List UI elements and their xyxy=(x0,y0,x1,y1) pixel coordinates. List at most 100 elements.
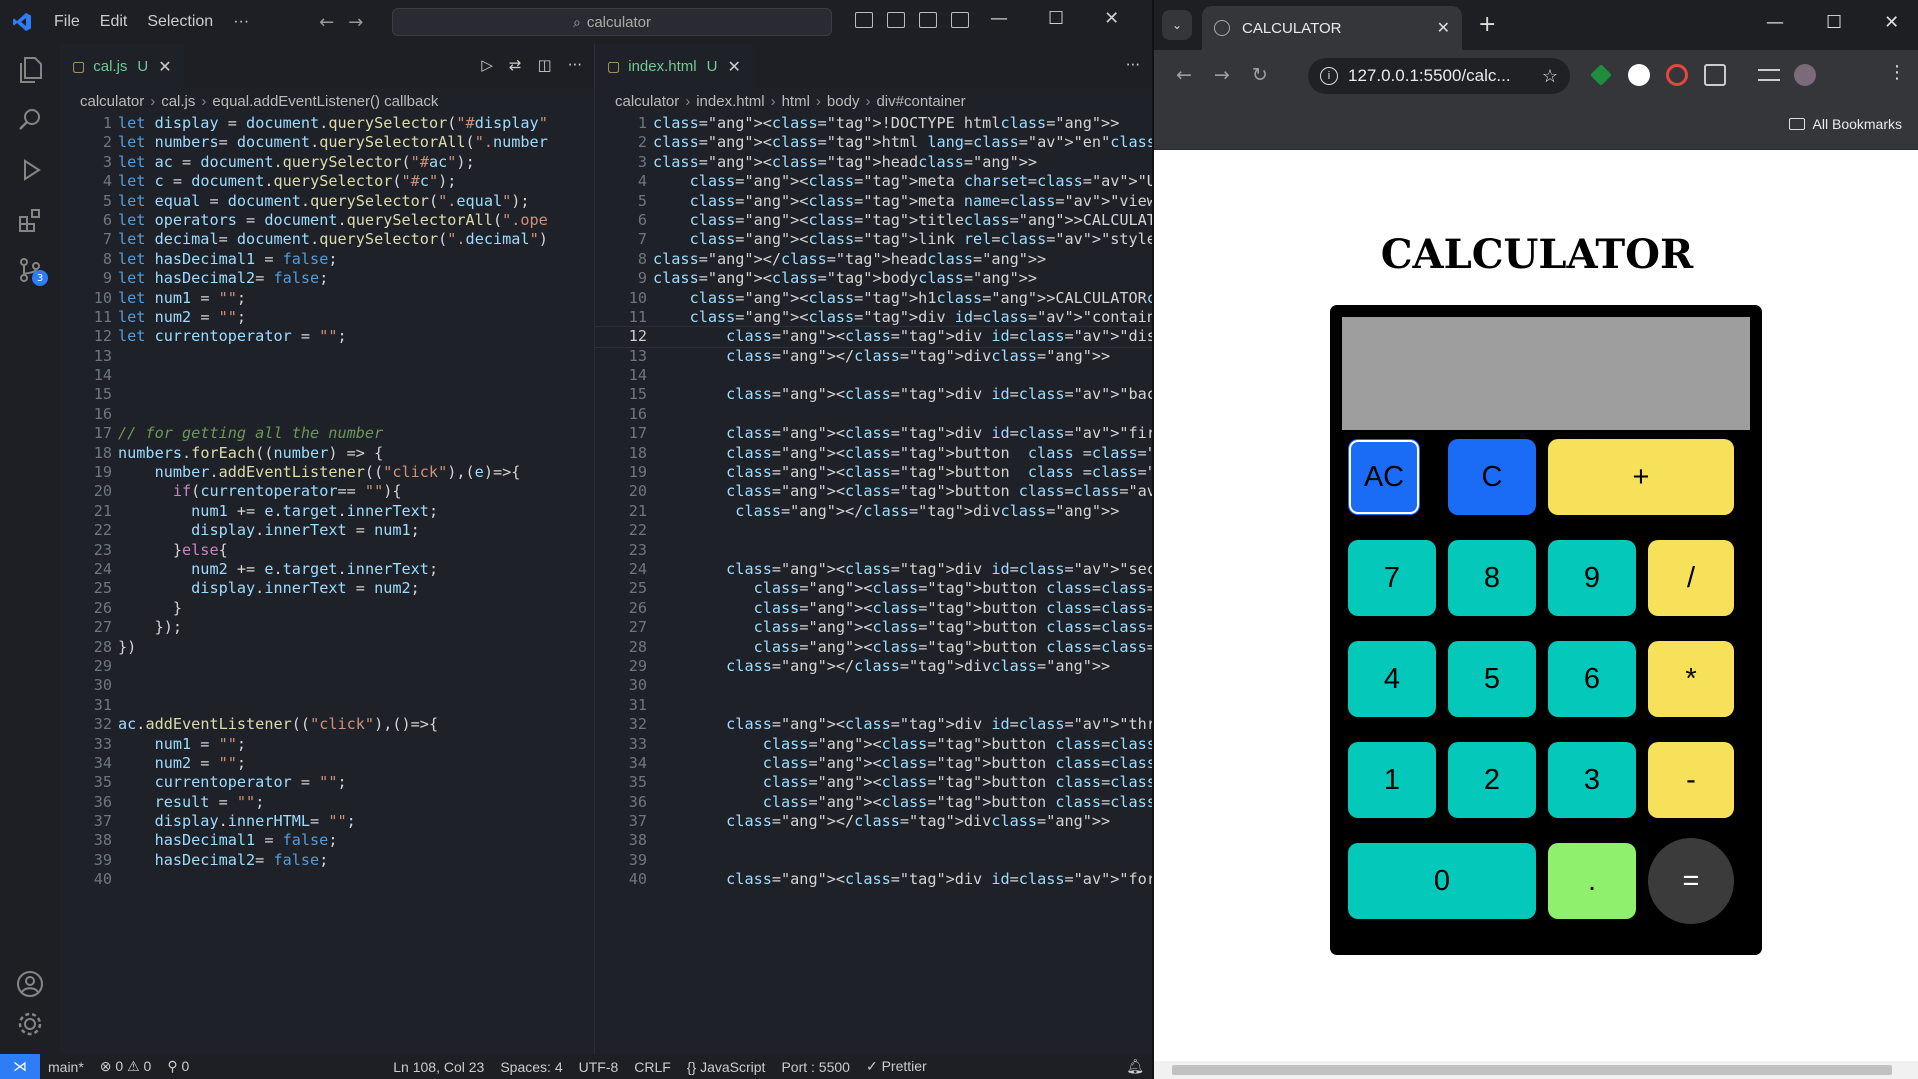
close-icon[interactable]: ✕ xyxy=(1104,8,1119,29)
extension-icon[interactable] xyxy=(1628,64,1650,86)
code-line[interactable]: 25 display.innerText = num2; xyxy=(60,579,594,598)
encoding[interactable]: UTF-8 xyxy=(571,1059,627,1075)
code-line[interactable]: 2 let numbers= document.querySelectorAll(… xyxy=(60,133,594,152)
code-line[interactable]: 27 class="ang"><class="tag">button class… xyxy=(595,618,1152,637)
code-area-html[interactable]: 1 class="ang"><class="tag">!DOCTYPE htmlc… xyxy=(595,114,1152,890)
extension-icon[interactable] xyxy=(1666,64,1688,86)
breadcrumb-file[interactable]: cal.js xyxy=(161,93,195,110)
problems-count[interactable]: ⊗ 0 ⚠ 0 xyxy=(92,1058,160,1075)
divide-button[interactable]: / xyxy=(1648,540,1734,616)
line-ending[interactable]: CRLF xyxy=(626,1059,679,1075)
code-line[interactable]: 5 let equal = document.querySelector(".eq… xyxy=(60,192,594,211)
more-actions-icon[interactable]: ··· xyxy=(1126,56,1140,74)
code-line[interactable]: 15 xyxy=(60,385,594,404)
forward-icon[interactable]: → xyxy=(1214,64,1230,86)
back-arrow-icon[interactable]: ← xyxy=(319,12,334,33)
code-line[interactable]: 28}) xyxy=(60,638,594,657)
code-line[interactable]: 31 xyxy=(595,696,1152,715)
code-line[interactable]: 34 class="ang"><class="tag">button class… xyxy=(595,754,1152,773)
code-line[interactable]: 22 display.innerText = num1; xyxy=(60,521,594,540)
code-line[interactable]: 14 xyxy=(60,366,594,385)
horizontal-scrollbar[interactable] xyxy=(1154,1061,1918,1079)
code-line[interactable]: 21 class="ang"></class="tag">divclass="a… xyxy=(595,502,1152,521)
code-line[interactable]: 7 class="ang"><class="tag">link rel=clas… xyxy=(595,230,1152,249)
code-line[interactable]: 25 class="ang"><class="tag">button class… xyxy=(595,579,1152,598)
tab-cal-js[interactable]: ▢ cal.js U ✕ xyxy=(60,44,184,88)
code-line[interactable]: 32 ac.addEventListener(("click"),()=>{ xyxy=(60,715,594,734)
code-area-js[interactable]: 1 let display = document.querySelector("#… xyxy=(60,114,594,890)
search-view-icon[interactable] xyxy=(10,100,50,140)
code-line[interactable]: 33 num1 = ""; xyxy=(60,735,594,754)
code-line[interactable]: 38 xyxy=(595,831,1152,850)
tab-close-icon[interactable]: ✕ xyxy=(727,57,740,77)
maximize-icon[interactable]: ☐ xyxy=(1826,12,1842,33)
toggle-panel-icon[interactable] xyxy=(887,12,905,28)
subtract-button[interactable]: - xyxy=(1648,742,1734,818)
code-line[interactable]: 11 let num2 = ""; xyxy=(60,308,594,327)
code-line[interactable]: 6 class="ang"><class="tag">titleclass="a… xyxy=(595,211,1152,230)
code-line[interactable]: 37 display.innerHTML= ""; xyxy=(60,812,594,831)
code-line[interactable]: 28 class="ang"><class="tag">button class… xyxy=(595,638,1152,657)
code-line[interactable]: 32 class="ang"><class="tag">div id=class… xyxy=(595,715,1152,734)
code-line[interactable]: 14 xyxy=(595,366,1152,385)
accounts-icon[interactable] xyxy=(10,964,50,1004)
site-info-icon[interactable]: i xyxy=(1320,67,1338,85)
code-line[interactable]: 30 xyxy=(595,676,1152,695)
forward-arrow-icon[interactable]: → xyxy=(348,12,363,33)
breadcrumb-symbol[interactable]: equal.addEventListener() callback xyxy=(212,93,438,110)
code-line[interactable]: 30 xyxy=(60,676,594,695)
back-icon[interactable]: ← xyxy=(1176,64,1192,86)
code-line[interactable]: 40 xyxy=(60,870,594,889)
tab-close-icon[interactable]: ✕ xyxy=(158,57,171,77)
code-line[interactable]: 10 let num1 = ""; xyxy=(60,289,594,308)
code-line[interactable]: 19 class="ang"><class="tag">button class… xyxy=(595,463,1152,482)
number-3-button[interactable]: 3 xyxy=(1548,742,1636,818)
code-line[interactable]: 35 currentoperator = ""; xyxy=(60,773,594,792)
code-line[interactable]: 40 class="ang"><class="tag">div id=class… xyxy=(595,870,1152,889)
code-line[interactable]: 36 result = ""; xyxy=(60,793,594,812)
breadcrumb-html[interactable]: html xyxy=(782,93,810,110)
minimize-icon[interactable]: — xyxy=(990,8,1008,29)
code-line[interactable]: 13 class="ang"></class="tag">divclass="a… xyxy=(595,347,1152,366)
code-line[interactable]: 4 let c = document.querySelector("#c"); xyxy=(60,172,594,191)
multiply-button[interactable]: * xyxy=(1648,641,1734,717)
customize-layout-icon[interactable] xyxy=(951,12,969,28)
code-line[interactable]: 27 }); xyxy=(60,618,594,637)
plus-button[interactable]: + xyxy=(1548,439,1734,515)
code-line[interactable]: 35 class="ang"><class="tag">button class… xyxy=(595,773,1152,792)
code-line[interactable]: 24 num2 += e.target.innerText; xyxy=(60,560,594,579)
cursor-position[interactable]: Ln 108, Col 23 xyxy=(385,1059,492,1075)
toggle-secondary-sidebar-icon[interactable] xyxy=(919,12,937,28)
number-0-button[interactable]: 0 xyxy=(1348,843,1536,919)
code-line[interactable]: 18 numbers.forEach((number) => { xyxy=(60,444,594,463)
code-line[interactable]: 16 xyxy=(595,405,1152,424)
number-2-button[interactable]: 2 xyxy=(1448,742,1536,818)
code-line[interactable]: 16 xyxy=(60,405,594,424)
command-center-search[interactable]: ⌕ calculator xyxy=(392,8,832,36)
close-icon[interactable]: ✕ xyxy=(1884,12,1899,33)
address-bar[interactable]: i 127.0.0.1:5500/calc... ☆ xyxy=(1308,58,1570,94)
code-line[interactable]: 38 hasDecimal1 = false; xyxy=(60,831,594,850)
code-line[interactable]: 23 xyxy=(595,541,1152,560)
code-line[interactable]: 26 class="ang"><class="tag">button class… xyxy=(595,599,1152,618)
compare-icon[interactable]: ⇄ xyxy=(509,56,522,74)
all-bookmarks[interactable]: All Bookmarks xyxy=(1788,116,1902,132)
breadcrumb-file[interactable]: index.html xyxy=(696,93,764,110)
new-tab-icon[interactable]: + xyxy=(1478,12,1496,37)
tab-index-html[interactable]: ▢ index.html U ✕ xyxy=(595,44,753,88)
breadcrumb-body[interactable]: body xyxy=(827,93,860,110)
profile-avatar[interactable] xyxy=(1794,64,1816,86)
source-control-icon[interactable]: 3 xyxy=(10,250,50,290)
live-server-port[interactable]: Port : 5500 xyxy=(773,1059,858,1075)
more-actions-icon[interactable]: ··· xyxy=(568,56,582,74)
code-line[interactable]: 15 class="ang"><class="tag">div id=class… xyxy=(595,385,1152,404)
code-line[interactable]: 21 num1 += e.target.innerText; xyxy=(60,502,594,521)
menu-edit[interactable]: Edit xyxy=(90,13,138,31)
code-line[interactable]: 3 class="ang"><class="tag">headclass="ang… xyxy=(595,153,1152,172)
code-line[interactable]: 34 num2 = ""; xyxy=(60,754,594,773)
code-line[interactable]: 4 class="ang"><class="tag">meta charset=… xyxy=(595,172,1152,191)
equals-button[interactable]: = xyxy=(1648,838,1734,924)
menu-file[interactable]: File xyxy=(44,13,90,31)
number-8-button[interactable]: 8 xyxy=(1448,540,1536,616)
minimize-icon[interactable]: — xyxy=(1766,12,1784,33)
